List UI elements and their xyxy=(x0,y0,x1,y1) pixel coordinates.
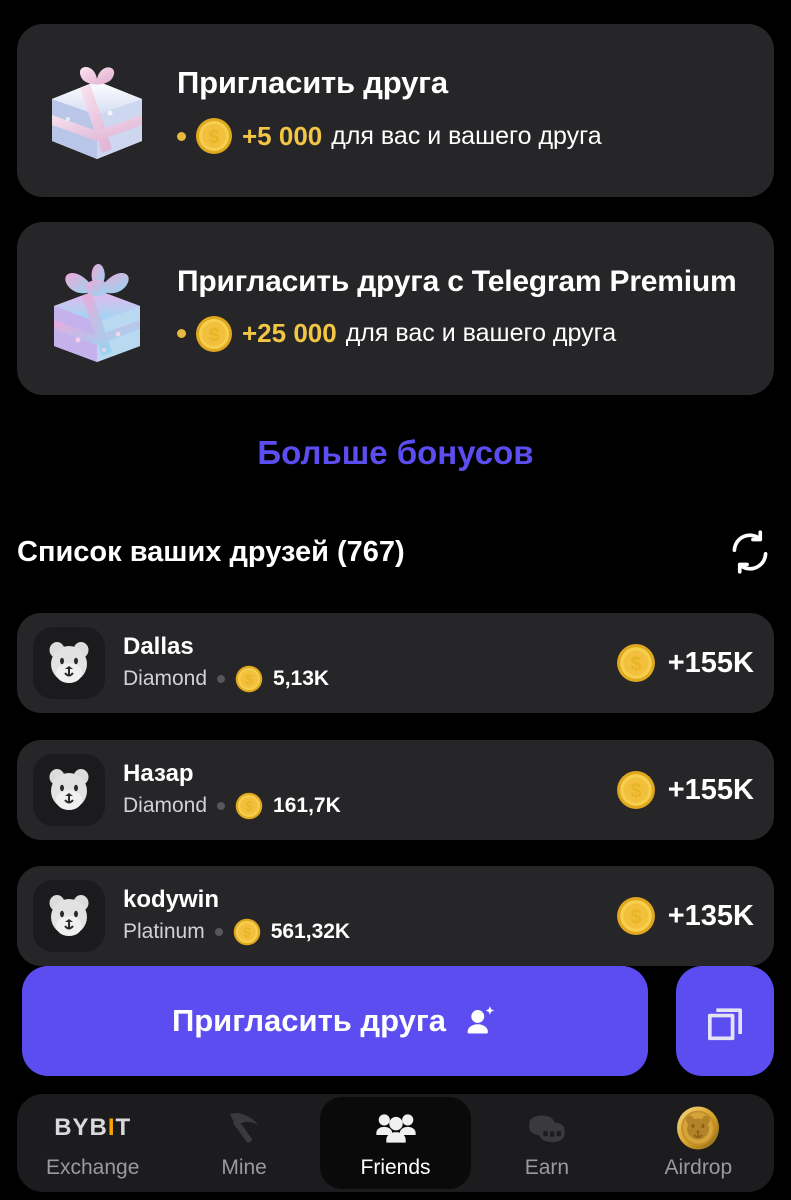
friend-meta: Diamond $ 161,7K xyxy=(123,792,616,820)
table-row[interactable]: Dallas Diamond $ 5,13K $ +155K xyxy=(17,613,774,713)
friend-level: Diamond xyxy=(123,794,208,818)
coin-dollar-icon: $ xyxy=(616,897,655,935)
coin-dollar-icon: $ xyxy=(196,118,232,155)
table-row[interactable]: kodywin Platinum $ 561,32K $ +135K xyxy=(17,866,774,966)
nav-label: Mine xyxy=(221,1155,267,1179)
friend-balance: 561,32K xyxy=(270,920,351,944)
friend-meta: Platinum $ 561,32K xyxy=(123,918,616,946)
friend-name: kodywin xyxy=(123,885,220,913)
friend-reward: $ +155K xyxy=(616,643,754,683)
coin-dollar-icon: $ xyxy=(235,793,263,820)
bonus-card-invite-friend[interactable]: Пригласить друга $ +5 000 для вас и ваше… xyxy=(17,24,774,197)
bonus-card-body: Пригласить друга с Telegram Premium $ +2… xyxy=(177,265,774,353)
table-row[interactable]: Назар Diamond $ 161,7K $ +155K xyxy=(17,740,774,840)
copy-link-button[interactable] xyxy=(676,966,774,1076)
hamster-avatar-icon xyxy=(33,754,105,826)
coin-dollar-icon: $ xyxy=(616,644,655,682)
nav-label: Airdrop xyxy=(664,1155,733,1179)
friend-level: Diamond xyxy=(123,667,208,691)
friend-reward-value: +135K xyxy=(667,899,754,932)
gift-box-premium-icon xyxy=(17,250,177,368)
nav-label: Earn xyxy=(524,1155,570,1179)
bonus-card-body: Пригласить друга $ +5 000 для вас и ваше… xyxy=(177,64,774,155)
more-bonuses-link[interactable]: Больше бонусов xyxy=(0,434,791,472)
bonus-card-amount: +25 000 xyxy=(242,318,337,348)
coin-dollar-icon: $ xyxy=(616,771,655,809)
friend-info: Назар Diamond $ 161,7K xyxy=(105,760,616,821)
separator-dot-icon xyxy=(214,928,223,937)
refresh-icon[interactable] xyxy=(726,528,774,576)
friend-meta: Diamond $ 5,13K xyxy=(123,665,616,693)
copy-icon xyxy=(699,995,751,1047)
bottom-navigation: BYBIT Exchange Mine Friends Earn Airdrop xyxy=(17,1094,774,1192)
coin-dollar-icon: $ xyxy=(233,919,260,946)
nav-label: Exchange xyxy=(46,1155,140,1179)
hamster-coin-icon xyxy=(675,1106,721,1149)
hamster-avatar-icon xyxy=(33,627,105,699)
friends-icon xyxy=(374,1107,418,1149)
bullet-dot-icon xyxy=(177,131,186,141)
friends-list-header: Список ваших друзей (767) xyxy=(17,528,774,576)
svg-text:$: $ xyxy=(245,671,253,687)
bonus-card-subtitle: $ +5 000 для вас и вашего друга xyxy=(177,117,756,155)
friends-page: Пригласить друга $ +5 000 для вас и ваше… xyxy=(0,0,791,1200)
nav-item-exchange[interactable]: BYBIT Exchange xyxy=(17,1097,168,1189)
separator-dot-icon xyxy=(217,675,226,684)
bybit-logo-icon: BYBIT xyxy=(54,1113,132,1141)
bonus-card-subtitle: $ +25 000 для вас и вашего друга xyxy=(177,315,756,353)
svg-text:$: $ xyxy=(630,780,641,802)
nav-item-airdrop[interactable]: Airdrop xyxy=(623,1097,774,1189)
svg-text:$: $ xyxy=(243,924,251,940)
svg-text:$: $ xyxy=(209,325,220,346)
separator-dot-icon xyxy=(217,802,226,811)
bullet-dot-icon xyxy=(177,329,186,338)
svg-text:$: $ xyxy=(630,906,641,928)
nav-item-friends[interactable]: Friends xyxy=(319,1097,472,1189)
add-person-icon xyxy=(462,1003,498,1039)
hamster-avatar-icon xyxy=(33,880,105,952)
gift-box-icon xyxy=(17,55,177,167)
nav-item-mine[interactable]: Mine xyxy=(168,1097,319,1189)
invite-friend-label: Пригласить друга xyxy=(171,1003,447,1038)
svg-text:$: $ xyxy=(245,798,253,814)
bonus-card-title: Пригласить друга xyxy=(177,64,448,100)
svg-text:$: $ xyxy=(209,127,220,148)
friend-name: Назар xyxy=(123,759,194,787)
friend-info: Dallas Diamond $ 5,13K xyxy=(105,633,616,694)
nav-item-earn[interactable]: Earn xyxy=(471,1097,622,1189)
bonus-card-amount: +5 000 xyxy=(242,120,323,151)
friend-reward: $ +135K xyxy=(616,896,754,936)
bonus-card-invite-friend-premium[interactable]: Пригласить друга с Telegram Premium $ +2… xyxy=(17,222,774,395)
friend-reward: $ +155K xyxy=(616,770,754,810)
friend-reward-value: +155K xyxy=(667,646,754,679)
friend-reward-value: +155K xyxy=(667,773,754,806)
friends-list-title: Список ваших друзей (767) xyxy=(17,535,405,568)
bonus-card-description: для вас и вашего друга xyxy=(331,121,602,150)
friend-balance: 161,7K xyxy=(273,794,341,818)
friend-level: Platinum xyxy=(123,920,205,944)
coin-dollar-icon: $ xyxy=(196,315,232,352)
invite-friend-button[interactable]: Пригласить друга xyxy=(22,966,648,1076)
friend-name: Dallas xyxy=(123,632,194,660)
bonus-card-description: для вас и вашего друга xyxy=(345,319,617,347)
pickaxe-icon xyxy=(224,1107,264,1149)
coin-dollar-icon: $ xyxy=(235,666,263,693)
friend-balance: 5,13K xyxy=(273,667,330,691)
nav-label: Friends xyxy=(360,1155,431,1179)
svg-text:$: $ xyxy=(630,653,641,675)
coins-stack-icon xyxy=(525,1107,569,1149)
friend-info: kodywin Platinum $ 561,32K xyxy=(105,886,616,947)
bonus-card-title: Пригласить друга с Telegram Premium xyxy=(177,264,737,298)
